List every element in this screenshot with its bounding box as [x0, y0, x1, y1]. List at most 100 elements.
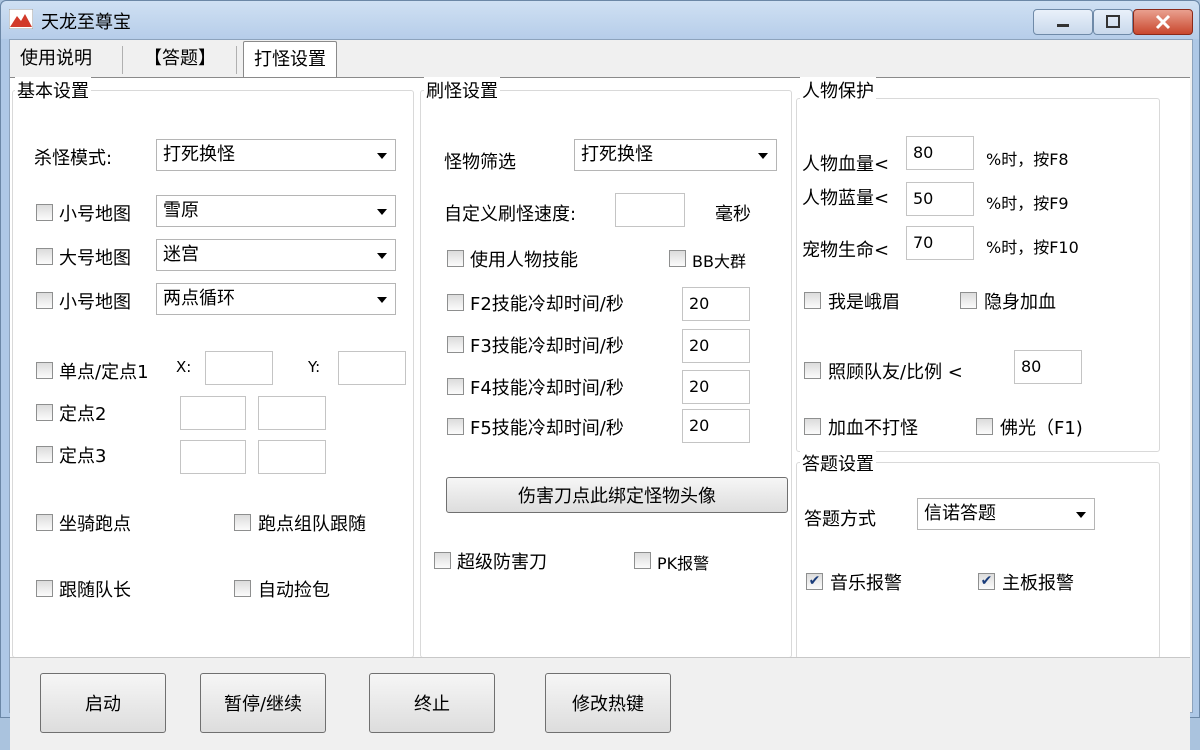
kill-mode-value: 打死换怪	[163, 144, 235, 165]
pet-label: 宠物生命<	[802, 240, 890, 261]
chevron-down-icon	[377, 253, 387, 259]
map3-checkbox[interactable]	[36, 292, 53, 309]
mp-input[interactable]: 50	[906, 182, 974, 216]
filter-label: 怪物筛选	[444, 152, 516, 173]
tab-page-monster-settings: 基本设置 杀怪模式: 打死换怪 小号地图 雪原 大号地图 迷宫 小号地图 两点循…	[10, 77, 1190, 750]
emei-checkbox[interactable]	[804, 292, 821, 309]
bottom-toolbar: 启动 暂停/继续 终止 修改热键	[10, 657, 1190, 750]
map2-select[interactable]: 迷宫	[156, 239, 396, 271]
close-icon	[1155, 14, 1171, 30]
f5-skill-label: F5技能冷却时间/秒	[470, 418, 624, 439]
title-bar[interactable]: 天龙至尊宝	[1, 1, 1199, 39]
bind-monster-avatar-button[interactable]: 伤害刀点此绑定怪物头像	[446, 477, 788, 513]
map2-label: 大号地图	[59, 248, 131, 269]
point1-x-input[interactable]	[205, 351, 273, 385]
hp-input[interactable]: 80	[906, 136, 974, 170]
music-alarm-label: 音乐报警	[830, 573, 902, 594]
tab-answer[interactable]: 【答题】	[134, 43, 226, 75]
follow-leader-label: 跟随队长	[59, 580, 131, 601]
f2-skill-label: F2技能冷却时间/秒	[470, 294, 624, 315]
map3-select[interactable]: 两点循环	[156, 283, 396, 315]
close-button[interactable]	[1133, 9, 1193, 35]
board-alarm-checkbox[interactable]: ✔	[978, 573, 995, 590]
point1-label: 单点/定点1	[59, 362, 149, 383]
speed-unit: 毫秒	[715, 204, 751, 225]
group-answer	[796, 462, 1160, 659]
mount-run-checkbox[interactable]	[36, 514, 53, 531]
map2-checkbox[interactable]	[36, 248, 53, 265]
point3-x-input[interactable]	[180, 440, 246, 474]
group-title-brush: 刷怪设置	[424, 77, 500, 103]
map1-select[interactable]: 雪原	[156, 195, 396, 227]
chevron-down-icon	[377, 297, 387, 303]
use-skill-label: 使用人物技能	[470, 250, 578, 271]
stealth-heal-checkbox[interactable]	[960, 292, 977, 309]
point2-x-input[interactable]	[180, 396, 246, 430]
kill-mode-label: 杀怪模式:	[34, 148, 113, 169]
f3-skill-checkbox[interactable]	[447, 336, 464, 353]
answer-mode-select[interactable]: 信诺答题	[917, 498, 1095, 530]
f3-skill-input[interactable]: 20	[682, 329, 750, 363]
f5-skill-checkbox[interactable]	[447, 418, 464, 435]
care-team-checkbox[interactable]	[804, 362, 821, 379]
modify-hotkey-button[interactable]: 修改热键	[545, 673, 671, 733]
point3-checkbox[interactable]	[36, 446, 53, 463]
answer-mode-label: 答题方式	[804, 509, 876, 530]
point2-y-input[interactable]	[258, 396, 326, 430]
map1-checkbox[interactable]	[36, 204, 53, 221]
chevron-down-icon	[377, 209, 387, 215]
minimize-button[interactable]	[1033, 9, 1093, 35]
team-follow-run-checkbox[interactable]	[234, 514, 251, 531]
heal-no-fight-checkbox[interactable]	[804, 418, 821, 435]
group-title-answer: 答题设置	[800, 450, 876, 476]
chevron-down-icon	[1076, 512, 1086, 518]
point1-y-input[interactable]	[338, 351, 406, 385]
board-alarm-label: 主板报警	[1002, 573, 1074, 594]
f4-skill-checkbox[interactable]	[447, 378, 464, 395]
f3-skill-label: F3技能冷却时间/秒	[470, 336, 624, 357]
kill-mode-select[interactable]: 打死换怪	[156, 139, 396, 171]
pet-input[interactable]: 70	[906, 226, 974, 260]
super-blade-checkbox[interactable]	[434, 552, 451, 569]
group-title-basic: 基本设置	[15, 77, 91, 103]
f2-skill-input[interactable]: 20	[682, 287, 750, 321]
f2-skill-checkbox[interactable]	[447, 294, 464, 311]
f4-skill-input[interactable]: 20	[682, 370, 750, 404]
buddha-light-checkbox[interactable]	[976, 418, 993, 435]
point3-label: 定点3	[59, 446, 107, 467]
bb-group-checkbox[interactable]	[669, 250, 686, 267]
map2-value: 迷宫	[163, 244, 199, 265]
pause-resume-button[interactable]: 暂停/继续	[200, 673, 326, 733]
client-area: 使用说明 【答题】 打怪设置 基本设置 杀怪模式: 打死换怪 小号地图 雪原 大…	[9, 39, 1193, 750]
start-button[interactable]: 启动	[40, 673, 166, 733]
music-alarm-checkbox[interactable]: ✔	[806, 573, 823, 590]
care-team-label: 照顾队友/比例 <	[828, 362, 963, 383]
f5-skill-input[interactable]: 20	[682, 409, 750, 443]
bb-group-label: BB大群	[692, 252, 746, 271]
maximize-button[interactable]	[1093, 9, 1133, 35]
pk-alarm-checkbox[interactable]	[634, 552, 651, 569]
main-window: 天龙至尊宝 使用说明 【答题】 打怪设置 基本设置 杀怪模式: 打死换怪 小号地…	[0, 0, 1200, 750]
auto-loot-checkbox[interactable]	[234, 580, 251, 597]
speed-input[interactable]	[615, 193, 685, 227]
app-logo-icon	[9, 9, 33, 29]
stop-button[interactable]: 终止	[369, 673, 495, 733]
mount-run-label: 坐骑跑点	[59, 514, 131, 535]
point2-label: 定点2	[59, 404, 107, 425]
tab-usage[interactable]: 使用说明	[10, 43, 102, 75]
map3-value: 两点循环	[163, 288, 235, 309]
point1-checkbox[interactable]	[36, 362, 53, 379]
stealth-heal-label: 隐身加血	[984, 292, 1056, 313]
f4-skill-label: F4技能冷却时间/秒	[470, 378, 624, 399]
monster-filter-select[interactable]: 打死换怪	[574, 139, 777, 171]
follow-leader-checkbox[interactable]	[36, 580, 53, 597]
group-title-protect: 人物保护	[800, 77, 876, 103]
point2-checkbox[interactable]	[36, 404, 53, 421]
use-skill-checkbox[interactable]	[447, 250, 464, 267]
tab-monster-settings[interactable]: 打怪设置	[243, 41, 337, 78]
point3-y-input[interactable]	[258, 440, 326, 474]
map1-label: 小号地图	[59, 204, 131, 225]
speed-label: 自定义刷怪速度:	[444, 204, 577, 225]
care-team-input[interactable]: 80	[1014, 350, 1082, 384]
auto-loot-label: 自动捡包	[258, 580, 330, 601]
